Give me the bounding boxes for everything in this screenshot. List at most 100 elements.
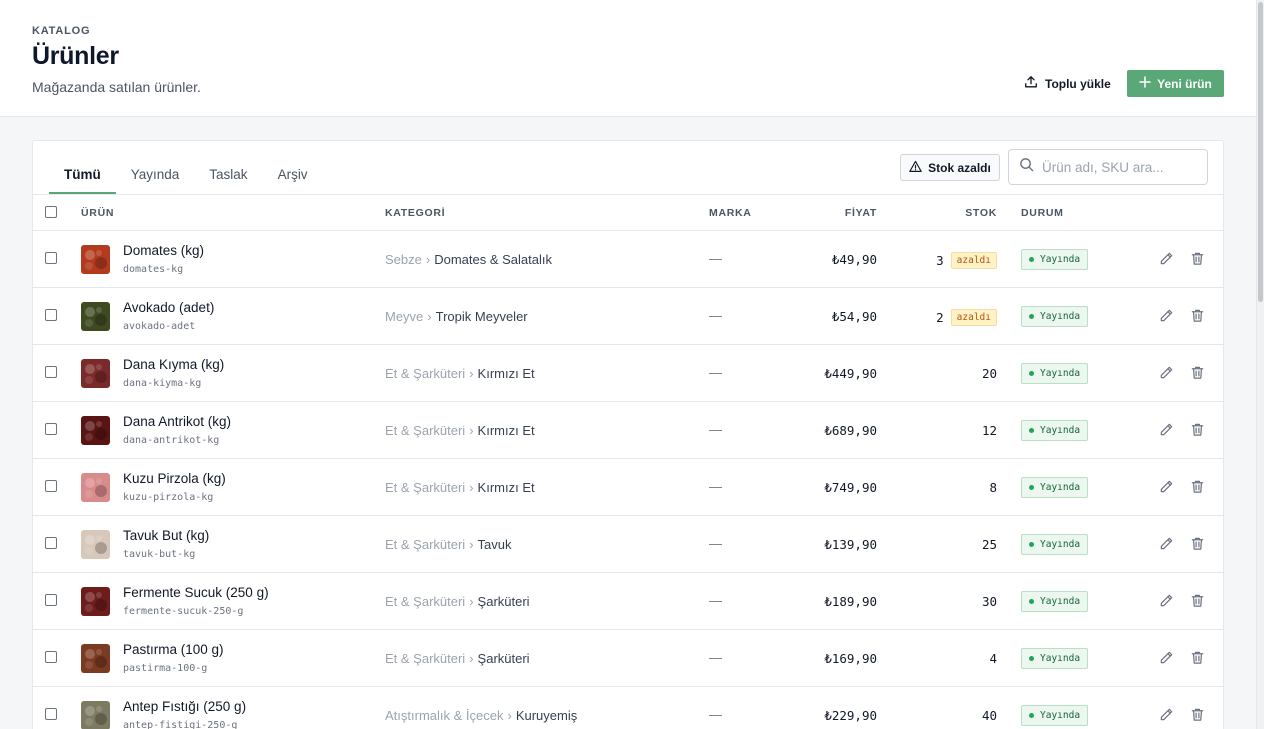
product-brand: — bbox=[709, 422, 722, 437]
product-name[interactable]: Kuzu Pirzola (kg) bbox=[123, 471, 226, 486]
trash-icon[interactable] bbox=[1190, 593, 1205, 613]
plus-icon bbox=[1139, 76, 1151, 91]
product-name[interactable]: Pastırma (100 g) bbox=[123, 642, 224, 657]
product-name[interactable]: Tavuk But (kg) bbox=[123, 528, 209, 543]
product-name[interactable]: Dana Kıyma (kg) bbox=[123, 357, 224, 372]
row-checkbox[interactable] bbox=[45, 651, 57, 663]
product-category: Et & Şarküteri › Kırmızı Et bbox=[385, 366, 535, 381]
pencil-icon[interactable] bbox=[1159, 308, 1174, 328]
product-search[interactable] bbox=[1008, 149, 1208, 185]
column-category[interactable]: KATEGORİ bbox=[385, 207, 445, 219]
product-brand: — bbox=[709, 365, 722, 380]
status-label: Yayında bbox=[1040, 539, 1081, 550]
bulk-upload-label: Toplu yükle bbox=[1045, 76, 1111, 91]
table-row[interactable]: Domates (kg) domates-kg Sebze › Domates & Sa… bbox=[33, 231, 1223, 288]
select-all-checkbox[interactable] bbox=[45, 206, 57, 218]
scrollbar-thumb[interactable] bbox=[1258, 2, 1263, 302]
new-product-button[interactable]: Yeni ürün bbox=[1127, 70, 1224, 97]
tab-1[interactable]: Yayında bbox=[116, 141, 195, 194]
low-stock-filter-button[interactable]: Stok azaldı bbox=[900, 154, 1000, 181]
table-row[interactable]: Fermente Sucuk (250 g) fermente-sucuk-250… bbox=[33, 573, 1223, 630]
table-row[interactable]: Avokado (adet) avokado-adet Meyve › Tropik M… bbox=[33, 288, 1223, 345]
row-checkbox[interactable] bbox=[45, 537, 57, 549]
tab-0[interactable]: Tümü bbox=[49, 141, 116, 194]
trash-icon[interactable] bbox=[1190, 422, 1205, 442]
row-checkbox[interactable] bbox=[45, 480, 57, 492]
product-thumbnail bbox=[81, 644, 110, 673]
trash-icon[interactable] bbox=[1190, 650, 1205, 670]
trash-icon[interactable] bbox=[1190, 365, 1205, 385]
pencil-icon[interactable] bbox=[1159, 479, 1174, 499]
product-thumbnail bbox=[81, 530, 110, 559]
trash-icon[interactable] bbox=[1190, 251, 1205, 271]
pencil-icon[interactable] bbox=[1159, 593, 1174, 613]
row-checkbox[interactable] bbox=[45, 309, 57, 321]
status-badge: Yayında bbox=[1021, 420, 1089, 441]
column-status[interactable]: DURUM bbox=[1021, 207, 1064, 219]
search-input[interactable] bbox=[1042, 159, 1192, 175]
product-category: Et & Şarküteri › Şarküteri bbox=[385, 651, 530, 666]
pencil-icon[interactable] bbox=[1159, 536, 1174, 556]
product-sku: kuzu-pirzola-kg bbox=[123, 492, 214, 503]
column-stock[interactable]: STOK bbox=[965, 207, 997, 219]
table-row[interactable]: Dana Antrikot (kg) dana-antrikot-kg Et & Ş… bbox=[33, 402, 1223, 459]
trash-icon[interactable] bbox=[1190, 479, 1205, 499]
status-badge: Yayında bbox=[1021, 705, 1089, 726]
pencil-icon[interactable] bbox=[1159, 707, 1174, 727]
page-scrollbar[interactable] bbox=[1256, 0, 1264, 729]
product-category: Meyve › Tropik Meyveler bbox=[385, 309, 528, 324]
status-badge: Yayında bbox=[1021, 648, 1089, 669]
product-brand: — bbox=[709, 593, 722, 608]
trash-icon[interactable] bbox=[1190, 707, 1205, 727]
row-checkbox[interactable] bbox=[45, 366, 57, 378]
pencil-icon[interactable] bbox=[1159, 251, 1174, 271]
product-name[interactable]: Dana Antrikot (kg) bbox=[123, 414, 231, 429]
product-sku: tavuk-but-kg bbox=[123, 549, 196, 560]
product-brand: — bbox=[709, 650, 722, 665]
pencil-icon[interactable] bbox=[1159, 650, 1174, 670]
row-checkbox[interactable] bbox=[45, 423, 57, 435]
stock-count: 12 bbox=[981, 423, 997, 438]
trash-icon[interactable] bbox=[1190, 536, 1205, 556]
row-checkbox[interactable] bbox=[45, 252, 57, 264]
product-sku: dana-antrikot-kg bbox=[123, 435, 220, 446]
status-badge: Yayında bbox=[1021, 534, 1089, 555]
product-name[interactable]: Avokado (adet) bbox=[123, 300, 214, 315]
category-child: Domates & Salatalık bbox=[434, 252, 552, 267]
product-name[interactable]: Fermente Sucuk (250 g) bbox=[123, 585, 269, 600]
product-category: Et & Şarküteri › Kırmızı Et bbox=[385, 423, 535, 438]
table-row[interactable]: Dana Kıyma (kg) dana-kiyma-kg Et & Şarküte… bbox=[33, 345, 1223, 402]
product-sku: antep-fistigi-250-g bbox=[123, 720, 238, 729]
table-header: ÜRÜN KATEGORİ MARKA FİYAT STOK DURUM bbox=[33, 194, 1223, 231]
product-name[interactable]: Domates (kg) bbox=[123, 243, 204, 258]
column-product[interactable]: ÜRÜN bbox=[81, 207, 114, 219]
tab-2[interactable]: Taslak bbox=[194, 141, 262, 194]
category-child: Kırmızı Et bbox=[477, 366, 535, 381]
product-price: ₺54,90 bbox=[831, 309, 877, 324]
table-row[interactable]: Kuzu Pirzola (kg) kuzu-pirzola-kg Et & Şar… bbox=[33, 459, 1223, 516]
column-price[interactable]: FİYAT bbox=[845, 207, 877, 219]
product-category: Atıştırmalık & İçecek › Kuruyemiş bbox=[385, 708, 577, 723]
tab-3[interactable]: Arşiv bbox=[263, 141, 323, 194]
product-stock: 30 bbox=[982, 594, 997, 609]
table-row[interactable]: Pastırma (100 g) pastirma-100-g Et & Şarkü… bbox=[33, 630, 1223, 687]
product-stock: 40 bbox=[982, 708, 997, 723]
low-stock-filter-label: Stok azaldı bbox=[928, 160, 991, 175]
pencil-icon[interactable] bbox=[1159, 365, 1174, 385]
row-checkbox[interactable] bbox=[45, 708, 57, 720]
table-row[interactable]: Tavuk But (kg) tavuk-but-kg Et & Şarküteri… bbox=[33, 516, 1223, 573]
status-label: Yayında bbox=[1040, 596, 1081, 607]
status-badge: Yayında bbox=[1021, 477, 1089, 498]
table-row[interactable]: Antep Fıstığı (250 g) antep-fistigi-250-g… bbox=[33, 687, 1223, 729]
column-brand[interactable]: MARKA bbox=[709, 207, 752, 219]
product-price: ₺749,90 bbox=[824, 480, 877, 495]
category-separator-icon: › bbox=[427, 309, 432, 324]
stock-count: 2 bbox=[936, 310, 944, 325]
category-parent: Et & Şarküteri bbox=[385, 594, 466, 609]
category-child: Tavuk bbox=[477, 537, 512, 552]
pencil-icon[interactable] bbox=[1159, 422, 1174, 442]
trash-icon[interactable] bbox=[1190, 308, 1205, 328]
bulk-upload-button[interactable]: Toplu yükle bbox=[1016, 70, 1119, 97]
row-checkbox[interactable] bbox=[45, 594, 57, 606]
product-name[interactable]: Antep Fıstığı (250 g) bbox=[123, 699, 246, 714]
